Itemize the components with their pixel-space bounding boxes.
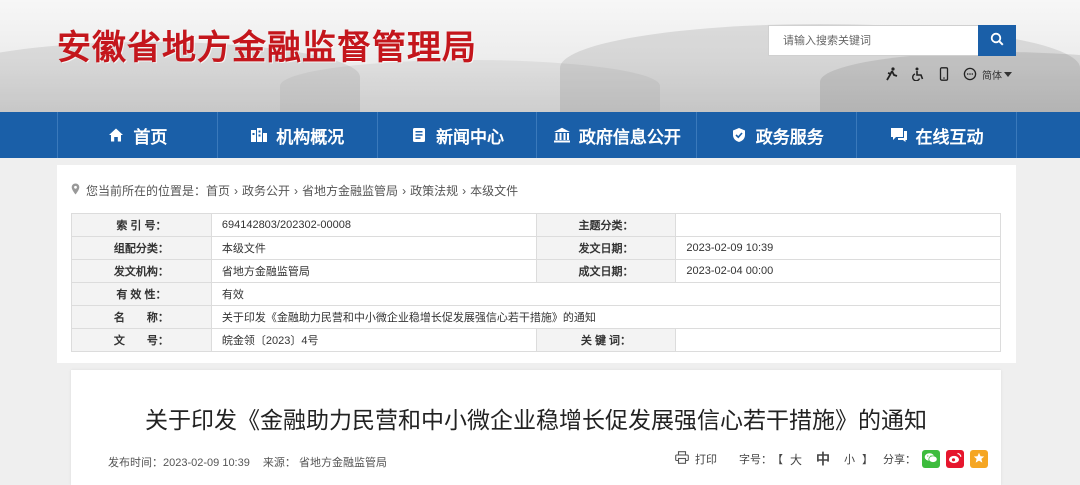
home-icon [107, 126, 125, 144]
nav-item-interaction[interactable]: 在线互动 [856, 112, 1017, 158]
search-button[interactable] [978, 25, 1016, 56]
nav-label: 政务服务 [755, 127, 824, 147]
table-row: 有 效 性： 有效 [71, 282, 1002, 306]
meta-label: 索 引 号： [71, 213, 212, 237]
news-icon [410, 126, 428, 144]
nav-item-services[interactable]: 政务服务 [696, 112, 856, 158]
chat-icon[interactable] [962, 66, 978, 82]
meta-label: 发文机构： [71, 259, 212, 283]
wechat-share-button[interactable] [922, 450, 941, 468]
nav-label: 政府信息公开 [578, 127, 681, 147]
font-size-small[interactable]: 小 [844, 451, 855, 467]
print-icon [675, 451, 689, 467]
building-icon [250, 126, 268, 144]
weibo-icon [948, 452, 962, 467]
table-row: 发文机构： 省地方金融监管局 成文日期： 2023-02-04 00:00 [71, 259, 1001, 283]
favorite-share-button[interactable] [970, 450, 989, 468]
nav-item-news[interactable]: 新闻中心 [376, 112, 537, 158]
elderly-mode-icon[interactable] [884, 66, 900, 82]
nav-item-about[interactable]: 机构概况 [216, 112, 377, 158]
wechat-icon [924, 452, 938, 467]
breadcrumb-separator: › [402, 183, 407, 198]
chevron-down-icon [1004, 71, 1012, 77]
bracket: 【 [772, 454, 783, 466]
meta-label: 主题分类： [535, 213, 677, 237]
nav-label: 在线互动 [915, 127, 984, 147]
font-size-medium[interactable]: 中 [816, 449, 830, 469]
meta-value: 省地方金融监管局 [210, 259, 537, 283]
font-size-control: 字号： 【 大 中 小 】 [739, 449, 873, 469]
breadcrumb-link[interactable]: 本级文件 [470, 182, 518, 199]
font-size-label: 字号： [739, 454, 772, 466]
mobile-icon[interactable] [936, 66, 952, 82]
print-button[interactable]: 打印 [675, 451, 717, 467]
article-tools: 打印 字号： 【 大 中 小 】 分享： [675, 449, 989, 469]
nav-item-gov-info[interactable]: 政府信息公开 [536, 112, 696, 158]
meta-value: 皖金领〔2023〕4号 [210, 328, 537, 352]
meta-value: 本级文件 [210, 236, 537, 260]
breadcrumb-separator: › [294, 183, 299, 198]
header-banner: 安徽省地方金融监督管理局 简体 [0, 0, 1080, 112]
meta-value [675, 213, 1001, 237]
accessibility-icon[interactable] [910, 66, 926, 82]
breadcrumb-prefix: 您当前所在的位置是： [86, 184, 207, 198]
breadcrumb: 您当前所在的位置是： 首页 › 政务公开 › 省地方金融监管局 › 政策法规 ›… [71, 182, 518, 199]
meta-value: 2023-02-09 10:39 [675, 236, 1001, 260]
breadcrumb-separator: › [234, 183, 239, 198]
nav-label: 机构概况 [276, 127, 345, 147]
meta-label: 名 称： [71, 305, 212, 329]
search-icon [990, 32, 1004, 49]
breadcrumb-separator: › [462, 183, 467, 198]
service-icon [730, 126, 748, 144]
content-panel: 您当前所在的位置是： 首页 › 政务公开 › 省地方金融监管局 › 政策法规 ›… [57, 165, 1016, 363]
document-meta-table: 索 引 号： 694142803/202302-00008 主题分类： 组配分类… [71, 213, 1002, 352]
nav-item-home[interactable]: 首页 [57, 112, 217, 158]
meta-value: 694142803/202302-00008 [210, 213, 537, 237]
search-input[interactable] [768, 25, 978, 56]
meta-label: 文 号： [71, 328, 212, 352]
meta-value: 关于印发《金融助力民营和中小微企业稳增长促发展强信心若干措施》的通知 [210, 305, 1002, 329]
breadcrumb-link[interactable]: 政务公开 [242, 182, 290, 199]
article-source: 来源： 省地方金融监管局 [262, 457, 387, 469]
main-nav: 首页 机构概况 新闻中心 政府信息公开 政务服务 在线互动 [0, 112, 1080, 158]
meta-label: 发文日期： [535, 236, 677, 260]
favorite-icon [973, 452, 985, 467]
meta-value: 2023-02-04 00:00 [675, 259, 1001, 283]
article-info: 发布时间：2023-02-09 10:39 来源： 省地方金融监管局 [108, 454, 387, 470]
print-label: 打印 [695, 454, 717, 466]
table-row: 索 引 号： 694142803/202302-00008 主题分类： [71, 213, 1001, 237]
meta-label: 组配分类： [71, 236, 212, 260]
breadcrumb-link[interactable]: 政策法规 [410, 182, 458, 199]
meta-value [675, 328, 1001, 352]
table-row: 文 号： 皖金领〔2023〕4号 关 键 词： [71, 328, 1001, 352]
nav-label: 首页 [133, 127, 168, 147]
bracket: 】 [862, 454, 874, 466]
table-row: 组配分类： 本级文件 发文日期： 2023-02-09 10:39 [71, 236, 1001, 260]
location-icon [71, 183, 80, 198]
share-label: 分享： [883, 454, 917, 466]
site-title[interactable]: 安徽省地方金融监督管理局 [57, 20, 477, 69]
nav-label: 新闻中心 [436, 127, 505, 147]
search-bar [768, 25, 1016, 56]
article-title: 关于印发《金融助力民营和中小微企业稳增长促发展强信心若干措施》的通知 [145, 407, 927, 433]
language-switch[interactable]: 简体 [982, 67, 1012, 82]
table-row: 名 称： 关于印发《金融助力民营和中小微企业稳增长促发展强信心若干措施》的通知 [71, 305, 1002, 329]
meta-label: 成文日期： [535, 259, 677, 283]
language-label: 简体 [982, 70, 1002, 82]
breadcrumb-link[interactable]: 首页 [206, 182, 230, 199]
meta-label: 有 效 性： [71, 282, 212, 306]
weibo-share-button[interactable] [946, 450, 965, 468]
article-card: 关于印发《金融助力民营和中小微企业稳增长促发展强信心若干措施》的通知 发布时间：… [71, 370, 1001, 485]
header-tools: 简体 [884, 64, 1012, 84]
publish-time: 发布时间：2023-02-09 10:39 [108, 457, 250, 469]
font-size-large[interactable]: 大 [790, 451, 802, 468]
share-bar: 分享： [883, 450, 989, 468]
meta-label: 关 键 词： [535, 328, 677, 352]
interaction-icon [890, 126, 908, 144]
breadcrumb-link[interactable]: 省地方金融监管局 [302, 182, 398, 199]
meta-value: 有效 [210, 282, 1002, 306]
government-icon [553, 126, 571, 144]
